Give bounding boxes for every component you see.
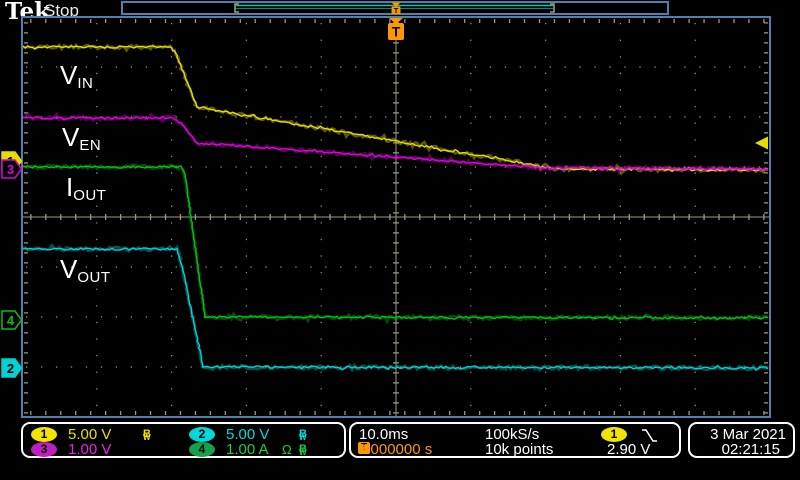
trace-label-iout: IOUT [66, 172, 107, 204]
channel4-badge: 4 [189, 442, 215, 457]
record-length-readout: 10k points [485, 441, 554, 458]
svg-text:2: 2 [7, 361, 14, 376]
datetime-box: 3 Mar 2021 02:21:15 [688, 422, 795, 458]
svg-text:T: T [392, 24, 401, 40]
channel2-bandwidth-icon: BW [299, 428, 307, 443]
horizontal-trigger-box: 10.0ms 100kS/s 1 T → ▼ 0.000000 s 10k point… [349, 422, 681, 458]
timebase-readout: 10.0ms [359, 426, 409, 443]
channel3-scale: 1.00 V [68, 441, 112, 458]
channel3-badge: 3 [31, 442, 57, 457]
trace-label-ven: VEN [62, 122, 102, 154]
sample-rate-readout: 100kS/s [485, 426, 540, 443]
channel4-bandwidth-icon: BW [299, 443, 307, 458]
trace-label-vout: VOUT [60, 254, 111, 286]
channel1-badge: 1 [31, 427, 57, 442]
channel-readout-box: 1 5.00 V BW 2 5.00 V BW 3 1.00 V 4 1.00 … [21, 422, 346, 458]
date-readout: 3 Mar 2021 [710, 426, 786, 443]
scope-display: T1342T [1, 1, 771, 418]
trigger-level-readout: 2.90 V [607, 441, 651, 458]
oscilloscope-screen: Tek Stop T1342T VIN VEN IOUT VOUT 1 5.00… [0, 0, 800, 480]
svg-text:4: 4 [7, 313, 15, 328]
svg-text:3: 3 [7, 162, 14, 177]
time-readout: 02:21:15 [721, 441, 780, 458]
channel1-scale: 5.00 V [68, 426, 112, 443]
channel2-badge: 2 [189, 427, 215, 442]
channel1-bandwidth-icon: BW [143, 428, 151, 443]
channel4-scale: 1.00 A [226, 441, 269, 458]
channel4-ohm-icon: Ω [282, 442, 292, 457]
trigger-source-badge: 1 [601, 427, 627, 442]
svg-text:T: T [394, 6, 399, 15]
channel2-scale: 5.00 V [226, 426, 270, 443]
trace-label-vin: VIN [60, 60, 94, 92]
